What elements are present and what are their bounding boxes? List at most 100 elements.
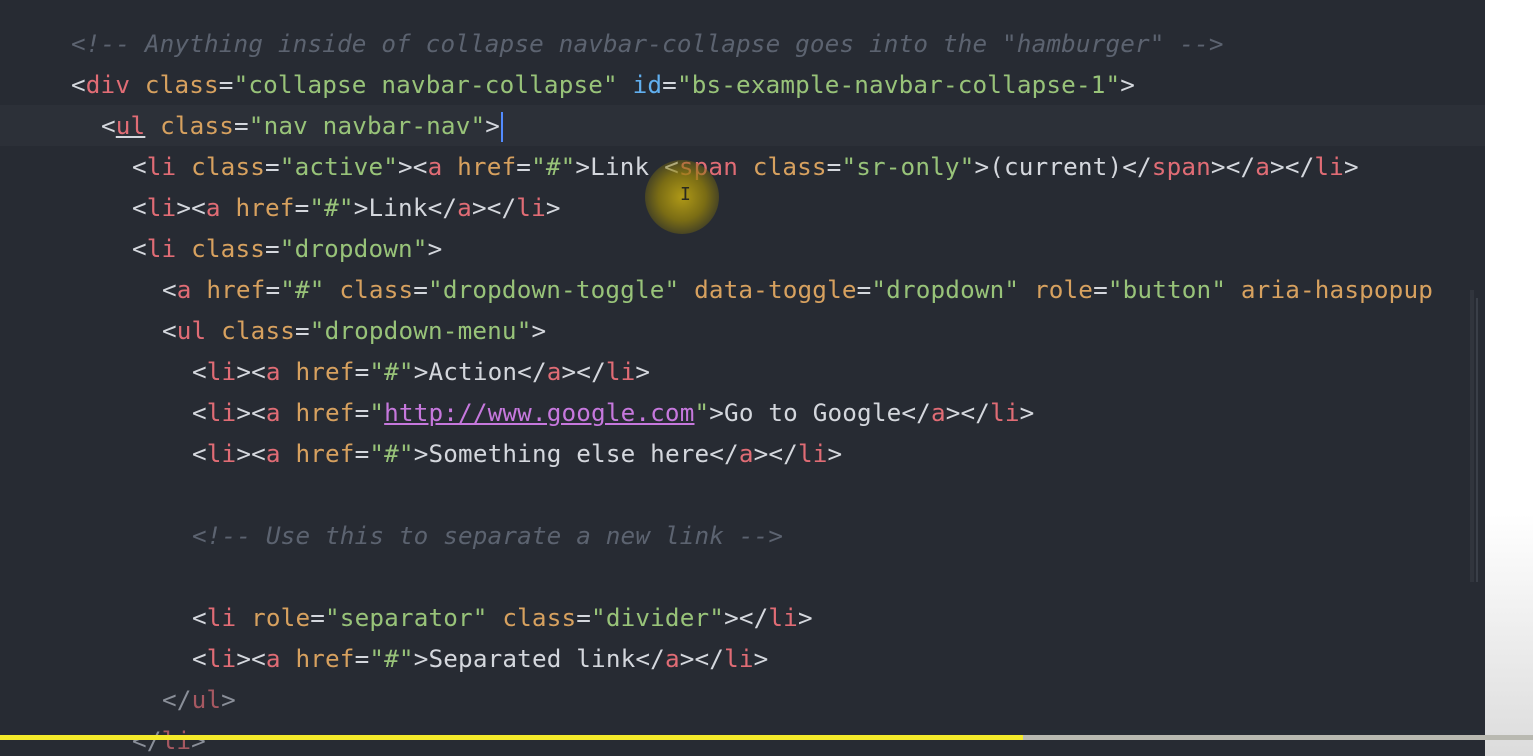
code-token: =: [576, 603, 592, 632]
code-token: <!-- Use this to separate a new link -->: [192, 521, 784, 550]
code-token: "active": [279, 152, 399, 181]
code-token: li: [206, 644, 237, 673]
video-progress-played: [0, 735, 1023, 740]
code-token: span: [1151, 152, 1211, 181]
code-line-text: <li class="active"><a href="#">Link <spa…: [132, 146, 1359, 187]
code-line-current[interactable]: <ul class="nav navbar-nav">: [0, 105, 1485, 146]
code-token: <: [162, 275, 177, 304]
code-line-text: <li><a href="#">Action</a></li>: [192, 351, 650, 392]
code-token: =: [856, 275, 872, 304]
code-token: >(current)</: [974, 152, 1152, 181]
code-line-text: <li><a href="#">Something else here</a><…: [192, 433, 842, 474]
code-token: ></: [724, 603, 769, 632]
code-token: <: [192, 603, 207, 632]
code-token: >: [531, 316, 547, 345]
code-token: </: [132, 726, 162, 755]
code-token: "separator": [325, 603, 488, 632]
code-token: li: [161, 726, 192, 755]
code-token: <: [192, 644, 207, 673]
code-token: li: [797, 439, 828, 468]
code-token: =: [354, 357, 370, 386]
code-line-text: <ul class="dropdown-menu">: [162, 310, 546, 351]
code-line-text: <li><a href="#">Separated link</a></li>: [192, 638, 768, 679]
code-token: href: [295, 439, 355, 468]
code-token: ul: [191, 685, 222, 714]
code-line-text: <a href="#" class="dropdown-toggle" data…: [162, 269, 1433, 310]
code-token: a: [265, 644, 281, 673]
code-token: a: [664, 644, 680, 673]
code-token: >: [1019, 398, 1035, 427]
code-token: =: [1093, 275, 1108, 304]
video-progress-bar[interactable]: [0, 735, 1533, 740]
code-token: >: [191, 726, 206, 755]
code-token: class: [752, 152, 827, 181]
code-token: span: [678, 152, 738, 181]
code-token: a: [457, 193, 472, 222]
code-token: ></: [1270, 152, 1315, 181]
code-token: >Go to Google</: [709, 398, 931, 427]
code-token: ><: [398, 152, 428, 181]
code-token: class: [221, 316, 296, 345]
editor-scrollbar[interactable]: [1476, 298, 1478, 582]
code-token: class: [191, 234, 266, 263]
code-token: "sr-only": [841, 152, 975, 181]
code-token: ></: [471, 193, 517, 222]
code-line-text: <div class="collapse navbar-collapse" id…: [71, 64, 1135, 105]
code-token: li: [146, 152, 177, 181]
code-line-text: <li class="dropdown">: [132, 228, 442, 269]
code-token: =: [234, 111, 249, 140]
code-token: a: [427, 152, 443, 181]
code-token: ><: [176, 193, 206, 222]
code-token: </: [162, 685, 192, 714]
code-token: =: [826, 152, 842, 181]
code-token: =: [294, 193, 310, 222]
code-token: href: [295, 357, 355, 386]
code-token: data-toggle: [694, 275, 857, 304]
code-line-text: <li><a href="#">Link</a></li>: [132, 187, 561, 228]
code-token: "#": [369, 439, 414, 468]
code-token: a: [265, 439, 281, 468]
side-panel: [1485, 0, 1533, 756]
code-token: li: [146, 193, 177, 222]
code-token[interactable]: http://www.google.com: [384, 398, 694, 427]
code-token: li: [1314, 152, 1344, 181]
code-token: ul: [115, 111, 146, 140]
code-token: "dropdown": [279, 234, 428, 263]
code-token: =: [295, 316, 310, 345]
code-token: >: [753, 644, 769, 673]
code-token: <: [71, 70, 86, 99]
code-token: =: [354, 439, 370, 468]
code-token: >Link <: [575, 152, 679, 181]
code-token: "nav navbar-nav": [248, 111, 486, 140]
code-token: li: [146, 234, 177, 263]
code-token: href: [206, 275, 266, 304]
code-token: a: [205, 193, 221, 222]
code-token: =: [516, 152, 532, 181]
i-beam-cursor-icon: I: [680, 184, 691, 205]
code-token: "#": [309, 193, 354, 222]
code-editor[interactable]: <!-- Anything inside of collapse navbar-…: [0, 0, 1485, 756]
code-token: "#": [280, 275, 325, 304]
indent-guide: [1470, 290, 1474, 582]
code-token: class: [339, 275, 414, 304]
code-token: >Separated link</: [413, 644, 665, 673]
code-token: a: [1255, 152, 1271, 181]
code-token: >: [797, 603, 813, 632]
code-token: li: [990, 398, 1020, 427]
code-token: >: [427, 234, 443, 263]
code-line-text: <!-- Use this to separate a new link -->: [192, 515, 783, 556]
code-line-text: <ul class="nav navbar-nav">: [101, 105, 504, 146]
code-token: =: [265, 152, 280, 181]
